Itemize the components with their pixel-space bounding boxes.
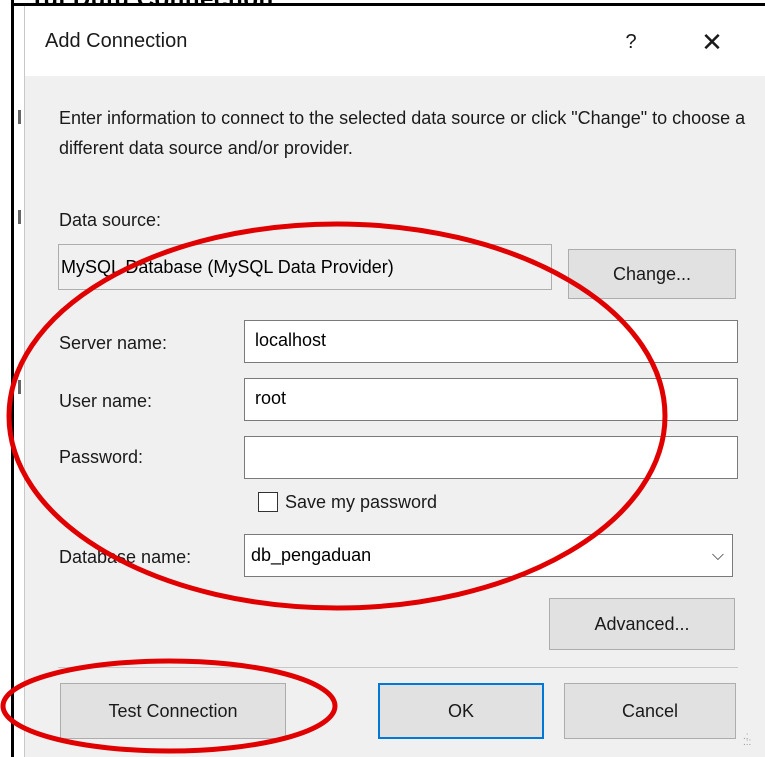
cancel-button[interactable]: Cancel (564, 683, 736, 739)
password-label: Password: (59, 447, 144, 467)
background-tick (18, 110, 21, 124)
test-connection-button[interactable]: Test Connection (60, 683, 286, 739)
user-name-label: User name: (59, 391, 153, 411)
database-name-value: db_pengaduan (251, 545, 372, 565)
dialog-title: Add Connection (45, 30, 188, 52)
background-tick (18, 380, 21, 394)
dialog-titlebar: Add Connection ? ✕ (25, 6, 765, 76)
server-name-input[interactable]: localhost (244, 320, 738, 363)
ok-button[interactable]: OK (378, 683, 544, 739)
datasource-label: Data source: (59, 210, 162, 230)
background-window-left-border (11, 0, 14, 757)
save-password-checkbox[interactable] (258, 492, 278, 512)
add-connection-dialog: Add Connection ? ✕ Enter information to … (24, 6, 765, 757)
resize-grip-icon[interactable]: .:.:: (743, 732, 763, 754)
divider (58, 667, 738, 668)
help-button[interactable]: ? (611, 22, 651, 62)
password-input[interactable] (244, 436, 738, 479)
change-button[interactable]: Change... (568, 249, 736, 299)
save-password-label[interactable]: Save my password (285, 492, 437, 513)
close-icon[interactable]: ✕ (692, 22, 732, 62)
intro-text: Enter information to connect to the sele… (59, 108, 746, 158)
advanced-button[interactable]: Advanced... (549, 598, 735, 650)
datasource-field: MySQL Database (MySQL Data Provider) (58, 244, 552, 290)
chevron-down-icon: ⌵ (711, 547, 724, 564)
user-name-input[interactable]: root (244, 378, 738, 421)
database-name-select[interactable]: db_pengaduan ⌵ (244, 534, 733, 577)
database-name-label: Database name: (59, 547, 192, 567)
server-name-label: Server name: (59, 333, 168, 353)
background-tick (18, 210, 21, 224)
